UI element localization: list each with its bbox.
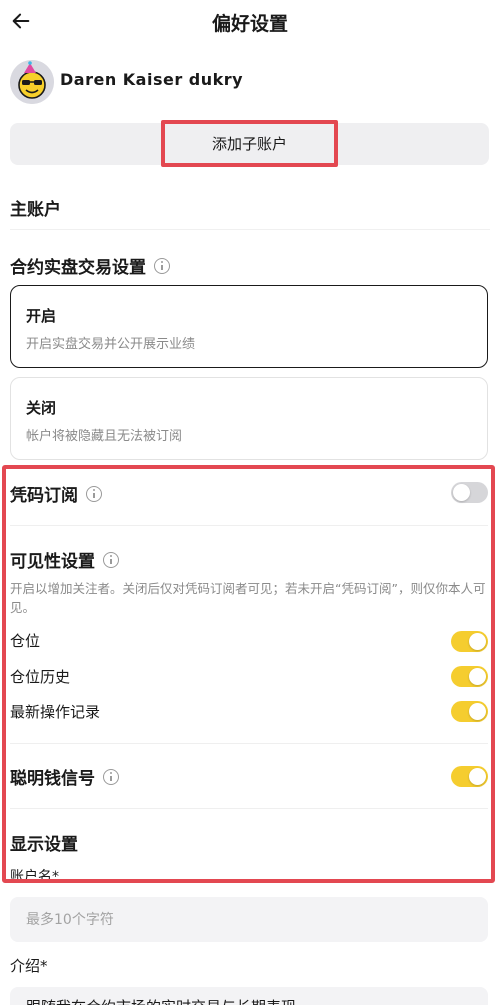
- option-disable-desc: 帐户将被隐藏且无法被订阅: [26, 429, 183, 444]
- avatar[interactable]: [10, 60, 54, 104]
- info-icon[interactable]: [154, 257, 170, 274]
- divider: [10, 229, 490, 230]
- add-sub-account-label: 添加子账户: [161, 120, 338, 167]
- option-enable-card[interactable]: 开启 开启实盘交易并公开展示业绩: [10, 285, 488, 368]
- contract-trading-heading: 合约实盘交易设置: [10, 253, 170, 278]
- account-name-input[interactable]: [10, 897, 488, 942]
- highlight-frame: [2, 465, 495, 883]
- add-sub-account-button[interactable]: 添加子账户: [10, 120, 489, 167]
- profile-row: Daren Kaiser dukry: [10, 60, 430, 106]
- username: Daren Kaiser dukry: [60, 70, 244, 89]
- intro-label: 介绍*: [10, 957, 48, 975]
- option-disable-title: 关闭: [26, 399, 57, 417]
- contract-trading-title: 合约实盘交易设置: [10, 258, 146, 278]
- intro-input[interactable]: 跟随我在合约市场的实时交易与长期表现: [10, 987, 488, 1005]
- page-title: 偏好设置: [211, 13, 288, 35]
- avatar-image: [10, 60, 54, 104]
- option-enable-desc: 开启实盘交易并公开展示业绩: [26, 337, 196, 352]
- main-account-heading: 主账户: [10, 200, 61, 220]
- option-disable-card[interactable]: 关闭 帐户将被隐藏且无法被订阅: [10, 377, 488, 460]
- option-enable-title: 开启: [26, 307, 57, 325]
- intro-text: 跟随我在合约市场的实时交易与长期表现: [26, 996, 296, 1005]
- top-bar: 偏好设置: [0, 0, 500, 46]
